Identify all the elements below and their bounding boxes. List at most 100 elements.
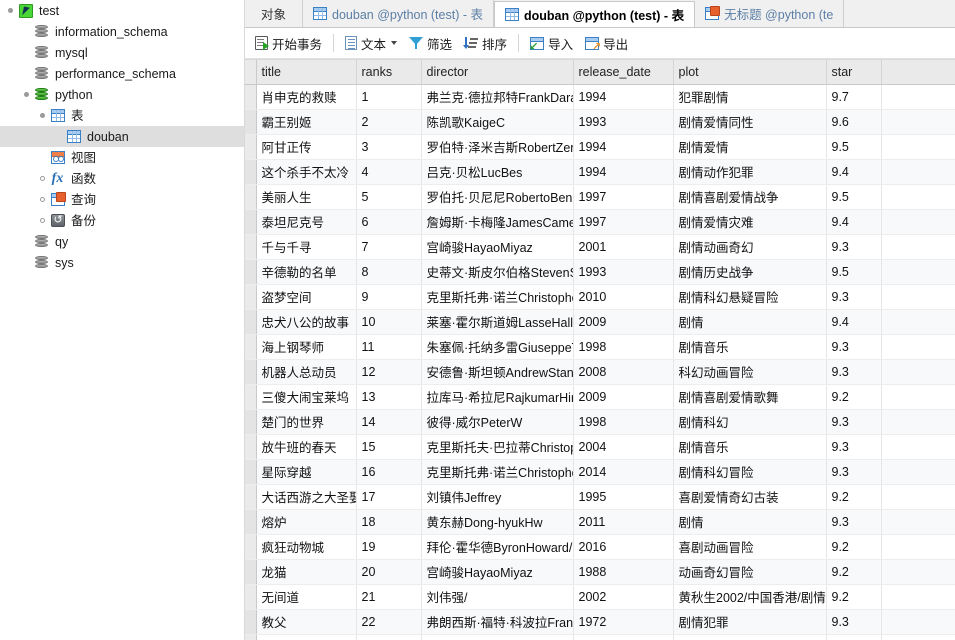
cell-star[interactable]: 9.3 [826,609,881,634]
cell-ranks[interactable]: 23 [356,634,421,640]
column-header-director[interactable]: director [421,60,573,84]
cell-star[interactable]: 9.3 [826,409,881,434]
cell-release_date[interactable]: 2010 [573,284,673,309]
cell-director[interactable]: 吕克·贝松LucBes [421,159,573,184]
cell-star[interactable]: 9.4 [826,309,881,334]
row-selector[interactable] [245,359,256,384]
cell-star[interactable]: 9.1 [826,634,881,640]
cell-director[interactable]: 詹姆斯·卡梅隆JamesCame [421,209,573,234]
cell-director[interactable]: 黄东赫Dong-hyukHw [421,509,573,534]
row-selector[interactable] [245,109,256,134]
row-selector[interactable] [245,634,256,640]
cell-director[interactable]: 罗伯特·泽米吉斯RobertZen [421,134,573,159]
chevron-down-icon[interactable] [391,41,397,45]
cell-director[interactable]: 克里斯托弗·诺兰Christophe [421,459,573,484]
tab-strip[interactable]: 对象douban @python (test) - 表douban @pytho… [245,0,955,28]
cell-release_date[interactable]: 1993 [573,259,673,284]
data-grid[interactable]: titleranksdirectorrelease_dateplotstar 肖… [245,60,955,640]
row-selector[interactable] [245,284,256,309]
data-grid-container[interactable]: titleranksdirectorrelease_dateplotstar 肖… [245,59,955,640]
cell-release_date[interactable]: 2006 [573,634,673,640]
cell-release_date[interactable]: 1993 [573,109,673,134]
cell-ranks[interactable]: 15 [356,434,421,459]
row-selector[interactable] [245,259,256,284]
table-row[interactable]: 辛德勒的名单8史蒂文·斯皮尔伯格StevenSp1993剧情历史战争9.5 [245,259,955,284]
cell-director[interactable]: 拜伦·霍华德ByronHoward/ [421,534,573,559]
row-selector[interactable] [245,309,256,334]
object-tree-sidebar[interactable]: testinformation_schemamysqlperformance_s… [0,0,245,640]
table-row[interactable]: 海上钢琴师11朱塞佩·托纳多雷GiuseppeT1998剧情音乐9.3 [245,334,955,359]
cell-director[interactable]: 克里斯托夫·巴拉蒂Christop [421,434,573,459]
tree-item-备份[interactable]: 备份 [0,210,244,231]
cell-ranks[interactable]: 22 [356,609,421,634]
cell-director[interactable]: 刘镇伟Jeffrey [421,484,573,509]
cell-release_date[interactable]: 2016 [573,534,673,559]
expander-toggle-icon[interactable] [36,109,49,122]
cell-title[interactable]: 海上钢琴师 [256,334,356,359]
tree-item-information_schema[interactable]: information_schema [0,21,244,42]
cell-title[interactable]: 放牛班的春天 [256,434,356,459]
cell-title[interactable]: 霸王别姬 [256,109,356,134]
cell-title[interactable]: 无间道 [256,584,356,609]
cell-title[interactable]: 当幸福来敲门 [256,634,356,640]
tree-item-查询[interactable]: 查询 [0,189,244,210]
expander-toggle-icon[interactable] [20,88,33,101]
cell-ranks[interactable]: 2 [356,109,421,134]
cell-plot[interactable]: 喜剧动画冒险 [673,534,826,559]
toolbar-button-sort[interactable]: 排序 [458,31,513,56]
cell-release_date[interactable]: 1997 [573,184,673,209]
cell-title[interactable]: 机器人总动员 [256,359,356,384]
column-header-plot[interactable]: plot [673,60,826,84]
row-selector[interactable] [245,509,256,534]
row-selector[interactable] [245,409,256,434]
cell-release_date[interactable]: 1995 [573,484,673,509]
cell-plot[interactable]: 剧情爱情 [673,134,826,159]
cell-star[interactable]: 9.6 [826,109,881,134]
cell-star[interactable]: 9.3 [826,234,881,259]
cell-director[interactable]: 莱塞·霍尔斯道姆LasseHalls [421,309,573,334]
table-row[interactable]: 阿甘正传3罗伯特·泽米吉斯RobertZen1994剧情爱情9.5 [245,134,955,159]
cell-release_date[interactable]: 1998 [573,334,673,359]
cell-plot[interactable]: 剧情科幻悬疑冒险 [673,284,826,309]
cell-star[interactable]: 9.3 [826,359,881,384]
cell-director[interactable]: 弗兰克·德拉邦特FrankDara [421,84,573,109]
table-row[interactable]: 泰坦尼克号6詹姆斯·卡梅隆JamesCame1997剧情爱情灾难9.4 [245,209,955,234]
toolbar-button-filter[interactable]: 筛选 [403,31,458,56]
table-row[interactable]: 无间道21刘伟强/2002黄秋生2002/中国香港/剧情9.2 [245,584,955,609]
cell-title[interactable]: 教父 [256,609,356,634]
row-selector[interactable] [245,134,256,159]
tree-item-performance_schema[interactable]: performance_schema [0,63,244,84]
cell-director[interactable]: 克里斯托弗·诺兰Christophe [421,284,573,309]
cell-plot[interactable]: 剧情爱情灾难 [673,209,826,234]
cell-ranks[interactable]: 6 [356,209,421,234]
cell-star[interactable]: 9.5 [826,184,881,209]
cell-plot[interactable]: 剧情音乐 [673,334,826,359]
cell-ranks[interactable]: 19 [356,534,421,559]
tab-table-2[interactable]: douban @python (test) - 表 [494,1,695,28]
row-selector[interactable] [245,534,256,559]
cell-star[interactable]: 9.3 [826,334,881,359]
cell-director[interactable]: 陈凯歌KaigeC [421,109,573,134]
tree-item-表[interactable]: 表 [0,105,244,126]
cell-star[interactable]: 9.2 [826,584,881,609]
table-row[interactable]: 肖申克的救赎1弗兰克·德拉邦特FrankDara1994犯罪剧情9.7 [245,84,955,109]
table-row[interactable]: 美丽人生5罗伯托·贝尼尼RobertoBeni1997剧情喜剧爱情战争9.5 [245,184,955,209]
cell-release_date[interactable]: 1994 [573,84,673,109]
cell-ranks[interactable]: 9 [356,284,421,309]
cell-title[interactable]: 肖申克的救赎 [256,84,356,109]
cell-star[interactable]: 9.4 [826,159,881,184]
cell-release_date[interactable]: 2004 [573,434,673,459]
cell-release_date[interactable]: 2011 [573,509,673,534]
cell-star[interactable]: 9.3 [826,509,881,534]
expander-toggle-icon[interactable] [4,4,17,17]
cell-plot[interactable]: 剧情 [673,309,826,334]
cell-star[interactable]: 9.3 [826,459,881,484]
cell-release_date[interactable]: 2014 [573,459,673,484]
row-selector[interactable] [245,384,256,409]
cell-title[interactable]: 楚门的世界 [256,409,356,434]
cell-release_date[interactable]: 1988 [573,559,673,584]
cell-plot[interactable]: 剧情 [673,509,826,534]
table-row[interactable]: 教父22弗朗西斯·福特·科波拉Franci1972剧情犯罪9.3 [245,609,955,634]
cell-director[interactable]: 罗伯托·贝尼尼RobertoBeni [421,184,573,209]
cell-star[interactable]: 9.3 [826,434,881,459]
